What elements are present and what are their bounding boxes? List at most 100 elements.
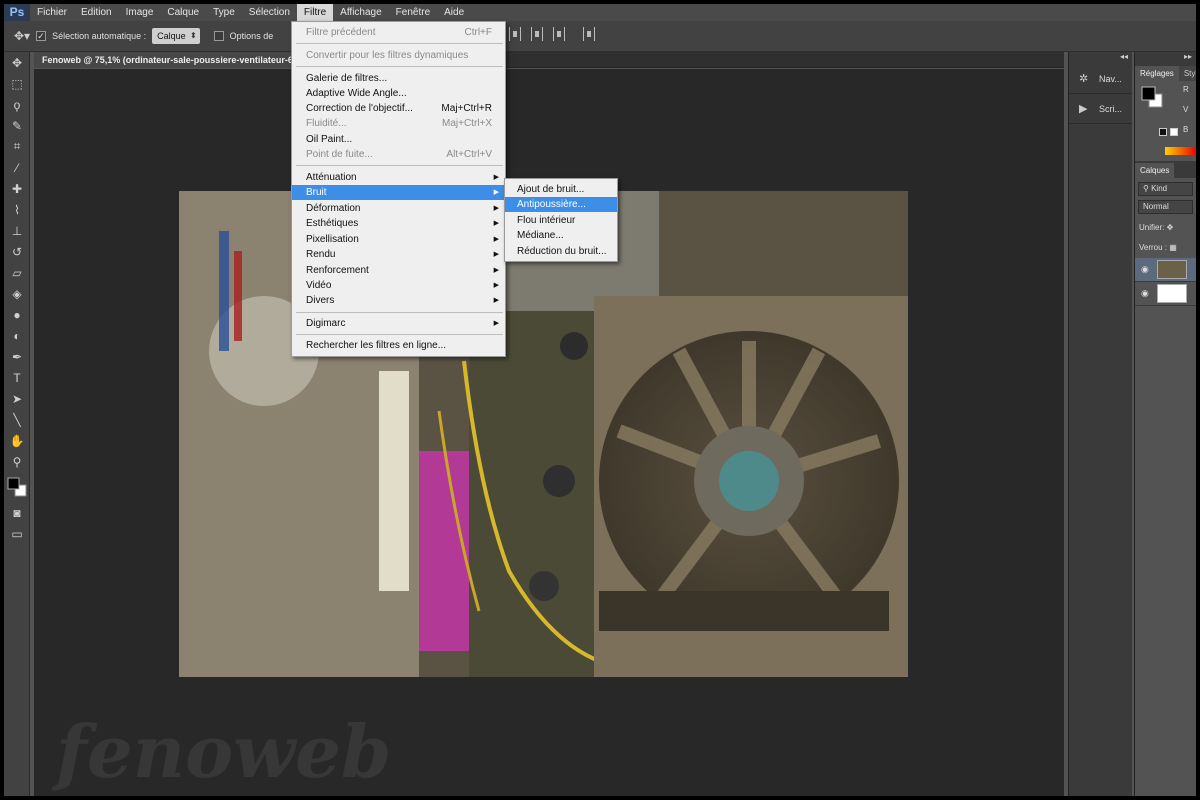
green-channel-label: V xyxy=(1183,105,1189,114)
brush-tool-icon[interactable]: ⌇ xyxy=(4,199,30,220)
align-vcenter-icon[interactable] xyxy=(531,27,543,41)
type-tool-icon[interactable]: T xyxy=(4,367,30,388)
menu-item-pixellisation[interactable]: Pixellisation ▶ xyxy=(292,232,505,247)
eraser-tool-icon[interactable]: ▱ xyxy=(4,262,30,283)
menu-edition[interactable]: Edition xyxy=(74,4,119,21)
line-tool-icon[interactable]: ╲ xyxy=(4,409,30,430)
marquee-tool-icon[interactable]: ⬚ xyxy=(4,73,30,94)
tab-styles[interactable]: Styles xyxy=(1178,66,1196,81)
submenu-arrow-icon: ▶ xyxy=(493,174,499,181)
layers-panel-tabs: Calques xyxy=(1135,161,1196,178)
menu-calque[interactable]: Calque xyxy=(160,4,206,21)
document-tab[interactable]: Fenoweb @ 75,1% (ordinateur-sale-poussie… xyxy=(34,52,309,68)
menu-item-label: Pixellisation xyxy=(306,234,359,245)
path-selection-tool-icon[interactable]: ➤ xyxy=(4,388,30,409)
menu-selection[interactable]: Sélection xyxy=(242,4,297,21)
menu-item-ajout-bruit[interactable]: Ajout de bruit... xyxy=(505,182,617,197)
photoshop-logo: Ps xyxy=(4,4,30,21)
collapsed-panel-dock: ◂◂ ✲ Nav... ▶ Scri... xyxy=(1068,52,1132,796)
menu-item-esthetiques[interactable]: Esthétiques ▶ xyxy=(292,216,505,231)
menu-filtre[interactable]: Filtre xyxy=(296,4,334,21)
menu-item-label: Rendu xyxy=(306,249,336,260)
auto-select-dropdown[interactable]: Calque xyxy=(152,28,200,44)
menu-type[interactable]: Type xyxy=(206,4,242,21)
layer-filter-kind[interactable]: ⚲ Kind xyxy=(1138,182,1193,196)
menu-item-label: Correction de l'objectif... xyxy=(306,103,413,114)
blur-tool-icon[interactable]: ● xyxy=(4,304,30,325)
unify-position-icon[interactable]: ✥ xyxy=(1167,223,1174,232)
zoom-tool-icon[interactable]: ⚲ xyxy=(4,451,30,472)
green-slider[interactable]: V xyxy=(1135,105,1195,119)
visibility-eye-icon[interactable]: ◉ xyxy=(1141,288,1151,299)
menu-item-shortcut: Maj+Ctrl+R xyxy=(441,103,492,114)
menu-item-rendu[interactable]: Rendu ▶ xyxy=(292,247,505,262)
menu-item-mediane[interactable]: Médiane... xyxy=(505,228,617,243)
tab-reglages[interactable]: Réglages xyxy=(1135,66,1179,81)
menu-item-galerie-filtres[interactable]: Galerie de filtres... xyxy=(292,71,505,86)
menu-image[interactable]: Image xyxy=(119,4,161,21)
navigator-panel-button[interactable]: ✲ Nav... xyxy=(1069,64,1132,94)
options-bar: ✥▾ ✓ Sélection automatique : Calque Opti… xyxy=(4,21,1196,52)
panel-dock: ▸▸ Réglages Styles R V B xyxy=(1134,52,1196,796)
tab-calques[interactable]: Calques xyxy=(1135,163,1175,178)
color-swatches-icon[interactable] xyxy=(4,472,30,502)
pen-tool-icon[interactable]: ✒ xyxy=(4,346,30,367)
clone-stamp-tool-icon[interactable]: ⊥ xyxy=(4,220,30,241)
color-ramp[interactable] xyxy=(1165,147,1196,155)
menu-item-rechercher-filtres[interactable]: Rechercher les filtres en ligne... xyxy=(292,338,505,353)
distribute-icon[interactable] xyxy=(583,27,595,41)
menu-item-bruit[interactable]: Bruit ▶ xyxy=(292,185,505,200)
red-slider[interactable]: R xyxy=(1135,85,1195,99)
menu-item-antipoussiere[interactable]: Antipoussière... xyxy=(505,197,617,212)
submenu-arrow-icon: ▶ xyxy=(493,189,499,196)
menu-item-oil-paint[interactable]: Oil Paint... xyxy=(292,132,505,147)
expand-dock-icon[interactable]: ▸▸ xyxy=(1135,52,1196,64)
lasso-tool-icon[interactable]: ϙ xyxy=(4,94,30,115)
healing-brush-tool-icon[interactable]: ✚ xyxy=(4,178,30,199)
screen-mode-icon[interactable]: ▭ xyxy=(4,523,30,544)
crop-tool-icon[interactable]: ⌗ xyxy=(4,136,30,157)
eyedropper-tool-icon[interactable]: ⁄ xyxy=(4,157,30,178)
blend-mode-select[interactable]: Normal xyxy=(1138,200,1193,214)
menu-item-flou-interieur[interactable]: Flou intérieur xyxy=(505,213,617,228)
menu-item-reduction-bruit[interactable]: Réduction du bruit... xyxy=(505,244,617,259)
menu-item-correction-objectif[interactable]: Correction de l'objectif... Maj+Ctrl+R xyxy=(292,101,505,116)
history-brush-tool-icon[interactable]: ↺ xyxy=(4,241,30,262)
lock-transparency-icon[interactable]: ▦ xyxy=(1169,243,1177,252)
menu-aide[interactable]: Aide xyxy=(437,4,471,21)
collapse-dock-icon[interactable]: ◂◂ xyxy=(1069,52,1132,64)
menu-item-renforcement[interactable]: Renforcement ▶ xyxy=(292,263,505,278)
menu-item-attenuation[interactable]: Atténuation ▶ xyxy=(292,170,505,185)
menu-item-label: Adaptive Wide Angle... xyxy=(306,88,407,99)
align-bottom-icon[interactable] xyxy=(553,27,565,41)
dodge-tool-icon[interactable]: ◐ xyxy=(4,325,30,346)
visibility-eye-icon[interactable]: ◉ xyxy=(1141,264,1151,275)
hand-tool-icon[interactable]: ✋ xyxy=(4,430,30,451)
color-swatch-icon[interactable] xyxy=(1170,128,1178,136)
menu-item-adaptive-wide-angle[interactable]: Adaptive Wide Angle... xyxy=(292,86,505,101)
auto-select-checkbox[interactable]: ✓ xyxy=(36,31,47,41)
document-image[interactable] xyxy=(179,191,908,677)
menu-fichier[interactable]: Fichier xyxy=(30,4,74,21)
transform-controls-checkbox[interactable] xyxy=(213,31,224,41)
menu-item-deformation[interactable]: Déformation ▶ xyxy=(292,201,505,216)
scripts-panel-button[interactable]: ▶ Scri... xyxy=(1069,94,1132,124)
color-panel-tabs: Réglages Styles xyxy=(1135,64,1196,81)
layer-row[interactable]: ◉ xyxy=(1135,282,1196,306)
quick-mask-icon[interactable]: ◙ xyxy=(4,502,30,523)
menu-item-divers[interactable]: Divers ▶ xyxy=(292,293,505,308)
submenu-arrow-icon: ▶ xyxy=(493,320,499,327)
align-top-icon[interactable] xyxy=(509,27,521,41)
layer-row[interactable]: ◉ xyxy=(1135,258,1196,282)
move-tool-icon[interactable]: ✥ xyxy=(4,52,30,73)
menu-affichage[interactable]: Affichage xyxy=(333,4,389,21)
menu-fenetre[interactable]: Fenêtre xyxy=(389,4,437,21)
move-tool-preset-icon[interactable]: ✥▾ xyxy=(14,29,30,43)
color-swatch-icon[interactable] xyxy=(1159,128,1167,136)
paint-bucket-tool-icon[interactable]: ◈ xyxy=(4,283,30,304)
menu-item-digimarc[interactable]: Digimarc ▶ xyxy=(292,316,505,331)
blue-slider[interactable]: B xyxy=(1135,125,1195,139)
quick-selection-tool-icon[interactable]: ✎ xyxy=(4,115,30,136)
menu-item-label: Filtre précédent xyxy=(306,27,376,38)
menu-item-video[interactable]: Vidéo ▶ xyxy=(292,278,505,293)
